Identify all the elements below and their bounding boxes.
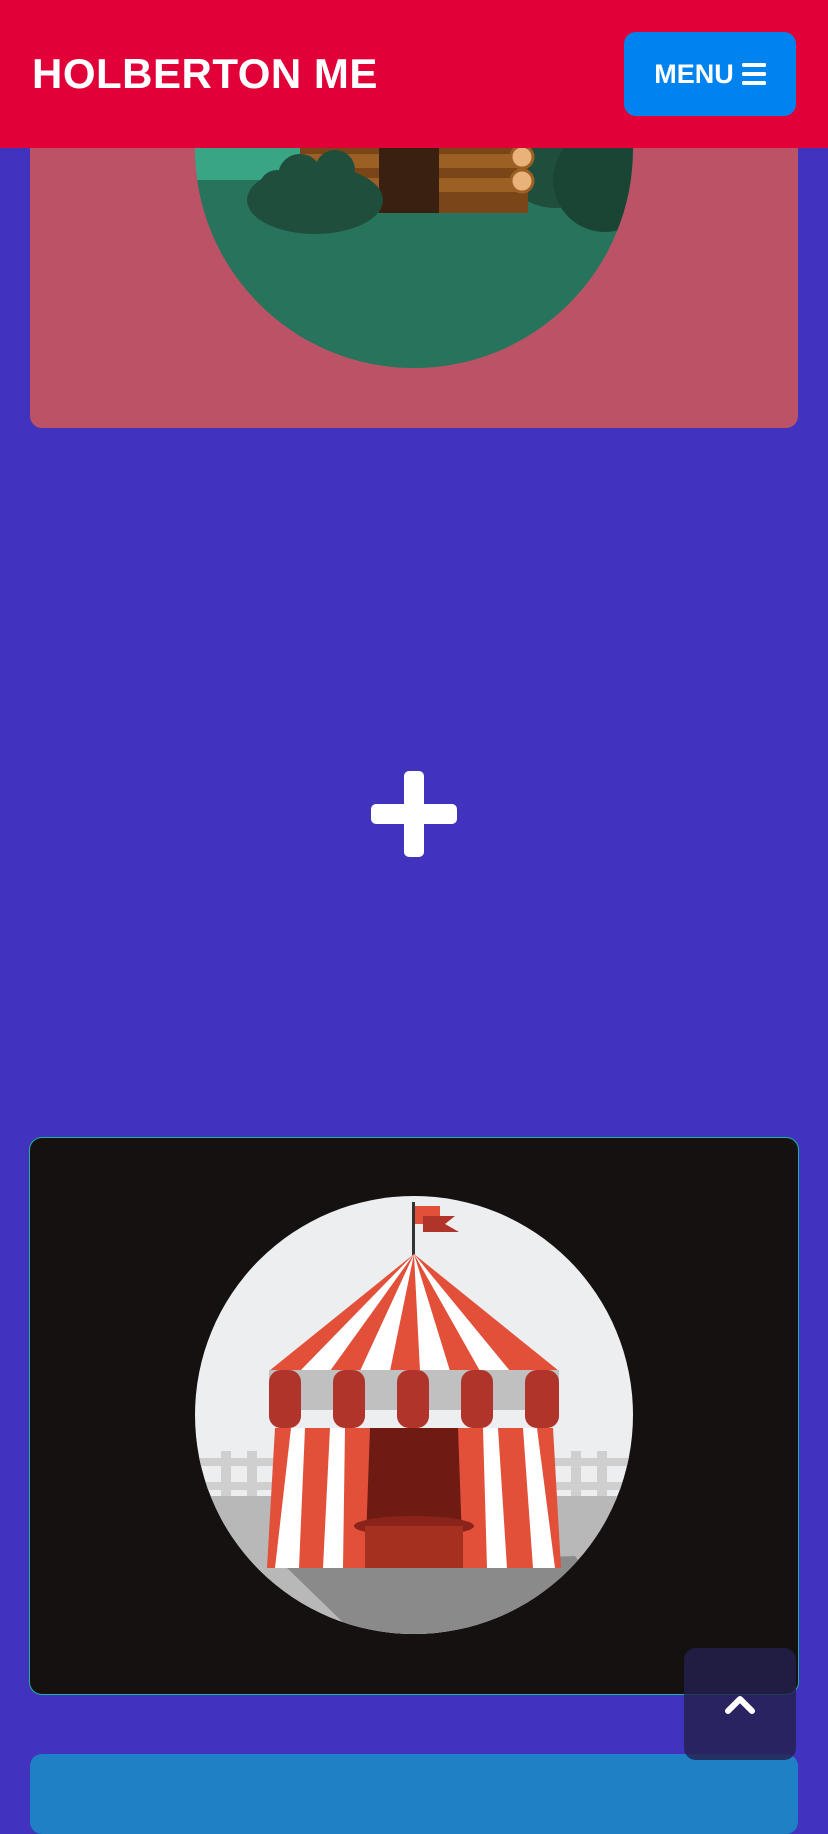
plus-icon — [371, 771, 457, 857]
menu-label: MENU — [654, 58, 734, 89]
card-circus — [30, 1138, 798, 1694]
site-brand[interactable]: HOLBERTON ME — [32, 46, 378, 102]
circus-tent-illustration — [195, 1196, 633, 1634]
chevron-up-icon — [725, 1696, 755, 1714]
card-next — [30, 1754, 798, 1834]
menu-button[interactable]: MENU — [624, 32, 796, 116]
top-navbar: HOLBERTON ME MENU — [0, 0, 828, 148]
back-to-top-button[interactable] — [684, 1648, 796, 1760]
bars-icon — [741, 63, 766, 85]
